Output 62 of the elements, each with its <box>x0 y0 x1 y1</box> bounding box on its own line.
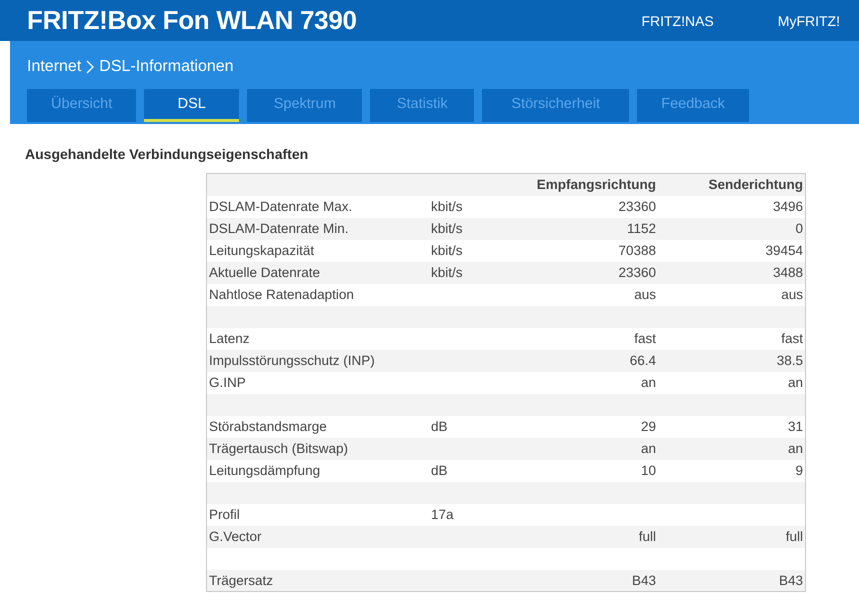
value-cell: fast <box>658 328 806 350</box>
value-cell: an <box>658 438 806 460</box>
tab[interactable]: Statistik <box>370 89 474 122</box>
column-header: Empfangsrichtung <box>513 174 658 196</box>
row-label: Trägersatz <box>206 570 429 592</box>
tab[interactable]: DSL <box>144 89 240 122</box>
breadcrumb-item[interactable]: Internet <box>27 58 82 76</box>
tab[interactable]: Übersicht <box>27 89 136 122</box>
breadcrumb-item: DSL-Informationen <box>99 58 234 76</box>
value-cell: aus <box>513 284 658 306</box>
value-cell: 39454 <box>658 240 806 262</box>
row-label: DSLAM-Datenrate Min. <box>206 218 429 240</box>
row-label: Störabstandsmarge <box>206 416 429 438</box>
row-label: Latenz <box>206 328 429 350</box>
row-label: Leitungskapazität <box>206 240 429 262</box>
value-cell: 1152 <box>513 218 658 240</box>
value-cell: an <box>658 372 806 394</box>
value-cell: 38.5 <box>658 350 806 372</box>
unit-cell: dB <box>429 416 513 438</box>
value-cell: full <box>658 526 806 548</box>
unit-cell: dB <box>429 460 513 482</box>
row-label: Leitungsdämpfung <box>206 460 429 482</box>
row-label: Impulsstörungsschutz (INP) <box>206 350 429 372</box>
header-link[interactable]: MyFRITZ! <box>778 12 840 28</box>
row-label: DSLAM-Datenrate Max. <box>206 196 429 218</box>
value-cell: 9 <box>658 460 806 482</box>
value-cell: 10 <box>513 460 658 482</box>
unit-cell: 17a <box>429 504 513 526</box>
column-header: Senderichtung <box>658 174 806 196</box>
tab[interactable]: Feedback <box>637 89 749 122</box>
value-cell: full <box>513 526 658 548</box>
row-label: G.Vector <box>206 526 429 548</box>
row-label: G.INP <box>206 372 429 394</box>
value-cell: 3488 <box>658 262 806 284</box>
value-cell: 29 <box>513 416 658 438</box>
unit-cell: kbit/s <box>429 196 513 218</box>
tab[interactable]: Spektrum <box>247 89 362 122</box>
value-cell: 70388 <box>513 240 658 262</box>
value-cell: 31 <box>658 416 806 438</box>
value-cell: 0 <box>658 218 806 240</box>
unit-cell: kbit/s <box>429 240 513 262</box>
unit-cell: kbit/s <box>429 262 513 284</box>
value-cell: fast <box>513 328 658 350</box>
unit-cell: kbit/s <box>429 218 513 240</box>
row-label: Nahtlose Ratenadaption <box>206 284 429 306</box>
tab[interactable]: Störsicherheit <box>482 89 630 122</box>
row-label: Aktuelle Datenrate <box>206 262 429 284</box>
section-title: Ausgehandelte Verbindungseigenschaften <box>25 146 310 162</box>
header-link[interactable]: FRITZ!NAS <box>641 12 714 28</box>
value-cell: 23360 <box>513 262 658 284</box>
value-cell: 3496 <box>658 196 806 218</box>
value-cell: 66.4 <box>513 350 658 372</box>
chevron-right-icon <box>86 60 94 74</box>
value-cell: aus <box>658 284 806 306</box>
value-cell: B43 <box>513 570 658 592</box>
row-label: Trägertausch (Bitswap) <box>206 438 429 460</box>
value-cell: B43 <box>658 570 806 592</box>
row-label: Profil <box>206 504 429 526</box>
value-cell: an <box>513 372 658 394</box>
value-cell: an <box>513 438 658 460</box>
value-cell: 23360 <box>513 196 658 218</box>
app-title: FRITZ!Box Fon WLAN 7390 <box>27 5 358 36</box>
